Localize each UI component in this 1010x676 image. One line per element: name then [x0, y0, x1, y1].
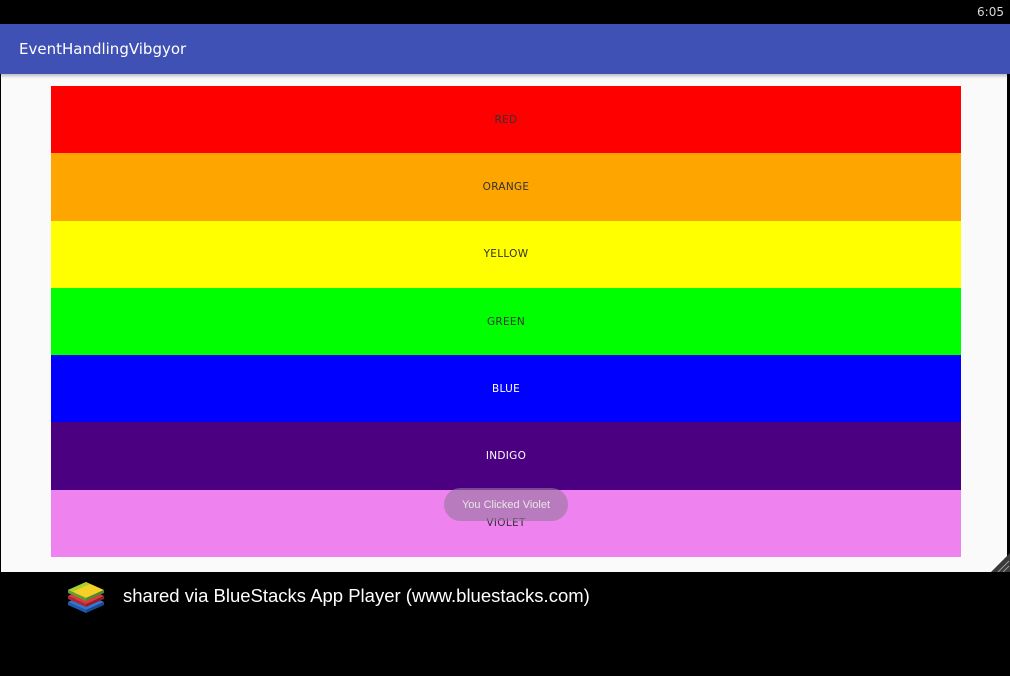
- resize-grip-icon[interactable]: [990, 553, 1010, 573]
- shared-via-text: shared via BlueStacks App Player (www.bl…: [123, 585, 590, 606]
- main-content: RED ORANGE YELLOW GREEN BLUE INDIGO VIOL…: [1, 74, 1007, 572]
- yellow-button-label: YELLOW: [483, 248, 529, 261]
- toast-text: You Clicked Violet: [461, 498, 551, 511]
- green-button[interactable]: GREEN: [51, 287, 961, 356]
- blue-button[interactable]: BLUE: [51, 355, 961, 423]
- app-bar: EventHandlingVibgyor: [0, 24, 1010, 74]
- app-title: EventHandlingVibgyor: [19, 40, 187, 58]
- bluestacks-logo-icon: [66, 578, 106, 614]
- red-button[interactable]: RED: [51, 86, 961, 154]
- orange-button-label: ORANGE: [482, 180, 530, 193]
- yellow-button[interactable]: YELLOW: [51, 220, 961, 288]
- status-bar-clock: 6:05: [977, 5, 1004, 19]
- green-button-label: GREEN: [486, 315, 526, 328]
- color-button-list: RED ORANGE YELLOW GREEN BLUE INDIGO VIOL…: [51, 86, 961, 558]
- bluestacks-footer: shared via BlueStacks App Player (www.bl…: [0, 572, 1010, 676]
- toast-message: You Clicked Violet: [444, 488, 568, 521]
- red-button-label: RED: [494, 113, 518, 126]
- orange-button[interactable]: ORANGE: [51, 153, 961, 221]
- blue-button-label: BLUE: [491, 382, 521, 395]
- status-bar: 6:05: [0, 0, 1010, 24]
- indigo-button-label: INDIGO: [485, 450, 527, 463]
- indigo-button[interactable]: INDIGO: [51, 422, 961, 490]
